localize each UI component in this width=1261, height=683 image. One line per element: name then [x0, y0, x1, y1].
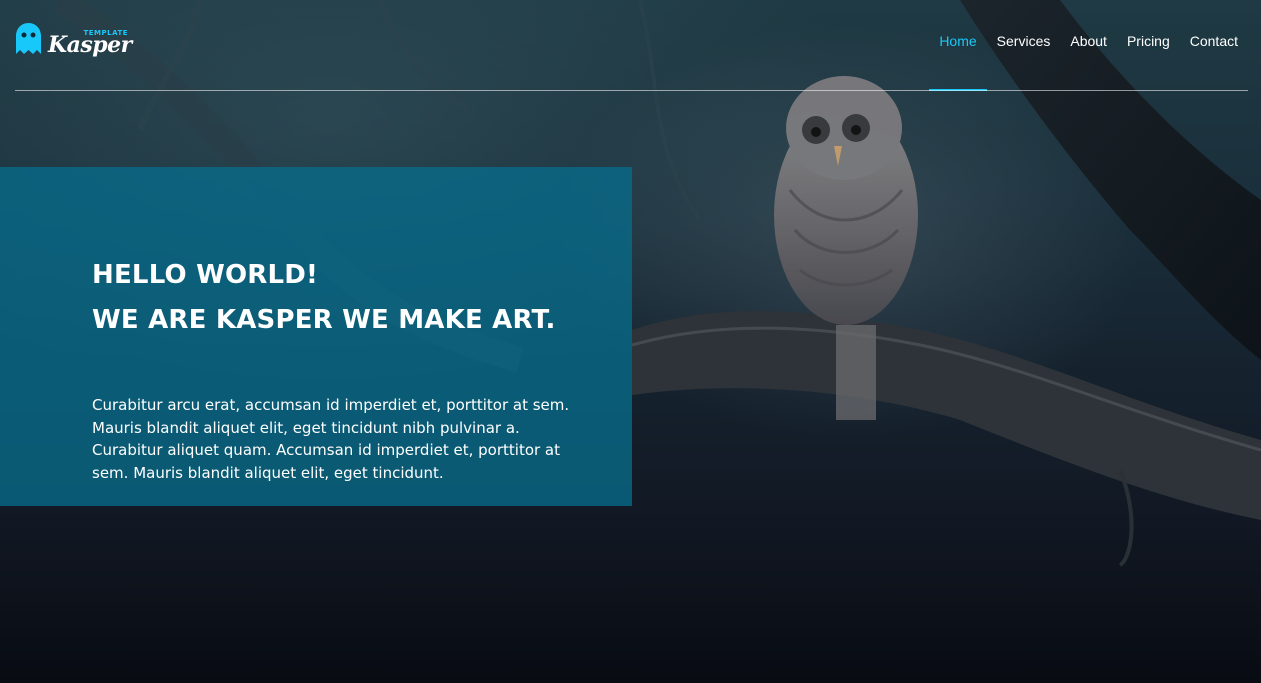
- nav-item-contact[interactable]: Contact: [1180, 0, 1248, 91]
- ghost-icon: [16, 23, 41, 54]
- intro-title-line-2: WE ARE KASPER WE MAKE ART.: [92, 305, 556, 335]
- nav-item-pricing[interactable]: Pricing: [1117, 0, 1180, 91]
- landing-page: TEMPLATE Kasper Home Services About Pric…: [0, 0, 1261, 683]
- nav-item-home[interactable]: Home: [929, 0, 988, 91]
- site-header: TEMPLATE Kasper Home Services About Pric…: [15, 0, 1248, 92]
- intro-title-line-1: HELLO WORLD!: [92, 260, 319, 290]
- header-divider: [15, 90, 1248, 91]
- nav-item-about[interactable]: About: [1060, 0, 1117, 91]
- logo-name: Kasper: [48, 32, 132, 58]
- logo-wordmark: TEMPLATE Kasper: [48, 20, 132, 60]
- intro-description: Curabitur arcu erat, accumsan id imperdi…: [92, 396, 570, 482]
- intro-title: HELLO WORLD! WE ARE KASPER WE MAKE ART.: [92, 253, 592, 343]
- logo[interactable]: TEMPLATE Kasper: [15, 20, 135, 60]
- intro-panel: HELLO WORLD! WE ARE KASPER WE MAKE ART. …: [0, 167, 632, 506]
- main-nav: Home Services About Pricing Contact: [929, 0, 1248, 91]
- nav-item-services[interactable]: Services: [987, 0, 1061, 91]
